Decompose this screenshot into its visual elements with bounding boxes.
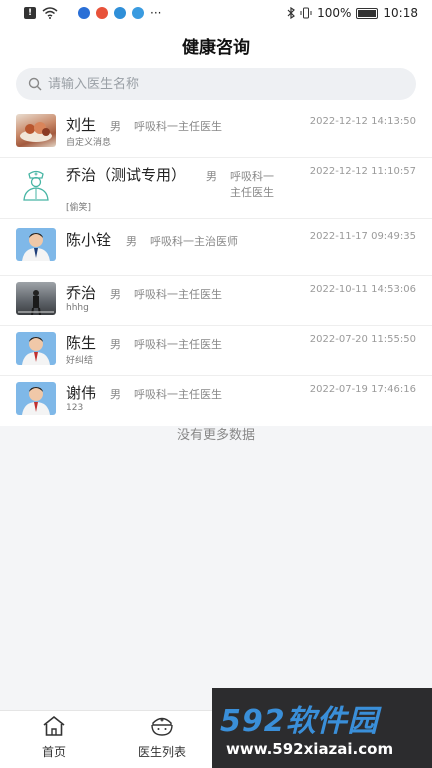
search-bar[interactable] <box>16 68 416 100</box>
last-message: hhhg <box>66 303 89 313</box>
battery-percent: 100% <box>317 6 352 20</box>
list-end-text: 没有更多数据 <box>176 428 255 443</box>
weibo-icon <box>96 7 108 19</box>
more-notifications: ··· <box>150 6 162 20</box>
doctor-avatar <box>16 332 56 365</box>
tab-home-label: 首页 <box>41 745 66 759</box>
consultation-item[interactable]: 乔治（测试专用） 男 呼吸科一 主任医生 2022-12-12 11:10:57… <box>0 158 432 219</box>
consultation-item[interactable]: 谢伟 男 呼吸科一主任医生 2022-07-19 17:46:16 123 <box>0 376 432 426</box>
doctor-name: 陈小铨 <box>66 231 112 249</box>
doctor-gender: 男 <box>110 388 121 401</box>
bluetooth-icon <box>287 7 296 19</box>
doctor-name: 刘生 <box>66 116 97 134</box>
home-icon <box>43 715 65 736</box>
app-icon <box>132 7 144 19</box>
tab-doctor-list[interactable]: 医生列表 <box>122 715 202 760</box>
doctor-gender: 男 <box>110 338 121 351</box>
browser-icon <box>114 7 126 19</box>
doctor-department-line2: 主任医生 <box>230 186 274 199</box>
vibrate-icon <box>300 7 312 19</box>
tab-home[interactable]: 首页 <box>14 715 94 760</box>
tab-doctor-list-label: 医生列表 <box>137 745 186 759</box>
status-bar: ! ··· 100% 10:18 <box>0 0 432 26</box>
message-time: 2022-11-17 09:49:35 <box>309 231 416 242</box>
doctor-gender: 男 <box>206 170 217 183</box>
doctor-gender: 男 <box>110 288 121 301</box>
site-watermark: 592软件园 www.592xiazai.com <box>212 688 432 768</box>
watermark-brand: 592软件园 <box>220 704 379 739</box>
doctor-default-avatar <box>16 168 56 201</box>
doctor-name: 乔治 <box>66 284 97 302</box>
last-message: 123 <box>66 403 84 413</box>
last-message: 自定义消息 <box>66 138 112 148</box>
search-input[interactable] <box>48 76 388 92</box>
consultation-item[interactable]: 刘生 男 呼吸科一主任医生 2022-12-12 14:13:50 自定义消息 <box>0 108 432 158</box>
doctor-department: 呼吸科一主治医师 <box>150 235 238 248</box>
search-area <box>0 64 432 108</box>
doctor-name: 谢伟 <box>66 384 97 402</box>
doctor-icon <box>151 717 173 736</box>
message-time: 2022-12-12 14:13:50 <box>309 116 416 127</box>
battery-icon <box>356 7 379 19</box>
consultation-item[interactable]: 陈生 男 呼吸科一主任医生 2022-07-20 11:55:50 好纠结 <box>0 326 432 376</box>
doctor-department: 呼吸科一主任医生 <box>134 388 222 401</box>
watermark-url: www.592xiazai.com <box>226 740 394 758</box>
message-time: 2022-07-20 11:55:50 <box>309 334 416 345</box>
doctor-department: 呼吸科一主任医生 <box>134 288 222 301</box>
message-time: 2022-07-19 17:46:16 <box>309 384 416 395</box>
doctor-department: 呼吸科一主任医生 <box>134 120 222 133</box>
search-icon <box>28 77 42 91</box>
doctor-avatar <box>16 114 56 147</box>
message-time: 2022-12-12 11:10:57 <box>309 166 416 177</box>
doctor-name: 乔治（测试专用） <box>66 166 187 184</box>
page-title: 健康咨询 <box>182 37 250 58</box>
doctor-avatar <box>16 228 56 261</box>
last-message: [偷笑] <box>66 203 92 213</box>
doctor-department-line1: 呼吸科一 <box>230 170 274 183</box>
doctor-avatar <box>16 382 56 415</box>
message-time: 2022-10-11 14:53:06 <box>309 284 416 295</box>
consultation-item[interactable]: 乔治 男 呼吸科一主任医生 2022-10-11 14:53:06 hhhg <box>0 276 432 326</box>
app-notification-icon <box>78 7 90 19</box>
page-header: 健康咨询 <box>0 26 432 64</box>
consultation-item[interactable]: 陈小铨 男 呼吸科一主治医师 2022-11-17 09:49:35 <box>0 219 432 276</box>
doctor-gender: 男 <box>126 235 137 248</box>
doctor-name: 陈生 <box>66 334 97 352</box>
doctor-gender: 男 <box>110 120 121 133</box>
notification-alert-icon: ! <box>24 7 36 19</box>
consultation-list: 刘生 男 呼吸科一主任医生 2022-12-12 14:13:50 自定义消息 … <box>0 108 432 426</box>
wifi-icon <box>42 7 58 19</box>
clock: 10:18 <box>383 6 418 20</box>
last-message: 好纠结 <box>66 356 94 366</box>
doctor-avatar <box>16 282 56 315</box>
doctor-department: 呼吸科一主任医生 <box>134 338 222 351</box>
